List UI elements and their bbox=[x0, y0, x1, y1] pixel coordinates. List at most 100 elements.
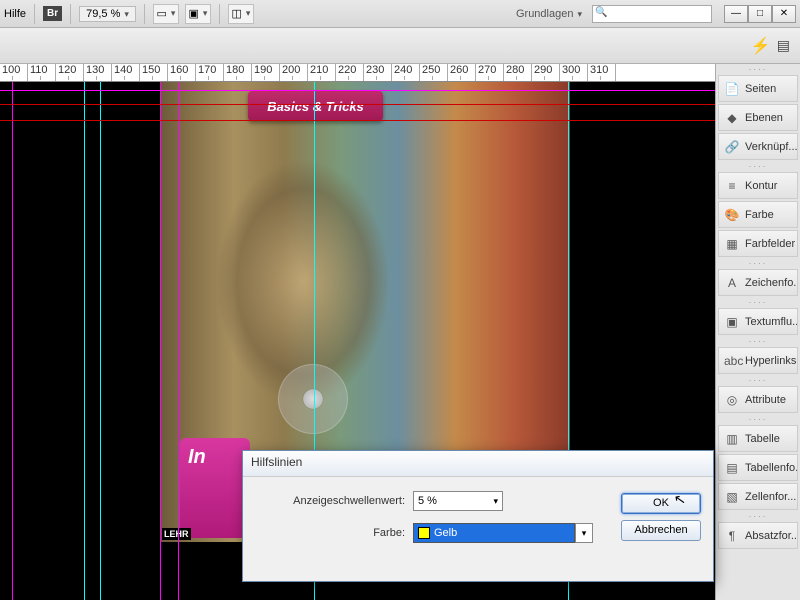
panel-hyperlinks[interactable]: abcHyperlinks bbox=[718, 347, 798, 374]
ruler-tick: 210 bbox=[308, 64, 336, 81]
window-controls: — □ ✕ bbox=[724, 5, 796, 23]
help-menu[interactable]: Hilfe bbox=[4, 8, 26, 20]
panel-grip[interactable] bbox=[716, 258, 800, 268]
view-options-button[interactable]: ▭ bbox=[153, 4, 179, 24]
ruler-tick: 180 bbox=[224, 64, 252, 81]
panel-textumfluss-icon: ▣ bbox=[724, 315, 740, 329]
color-dropdown-caret[interactable]: ▾ bbox=[575, 523, 593, 543]
panel-label: Kontur bbox=[745, 180, 777, 192]
separator bbox=[144, 4, 145, 24]
panel-zeichenformate[interactable]: A Zeichenfo... bbox=[718, 269, 798, 296]
guide-horizontal[interactable] bbox=[0, 104, 715, 105]
guide-horizontal[interactable] bbox=[0, 120, 715, 121]
panel-label: Hyperlinks bbox=[745, 355, 796, 367]
panel-attribute-icon: ◎ bbox=[724, 393, 740, 407]
close-button[interactable]: ✕ bbox=[772, 5, 796, 23]
ruler-tick: 170 bbox=[196, 64, 224, 81]
panel-farbe[interactable]: 🎨 Farbe bbox=[718, 201, 798, 228]
panel-grip[interactable] bbox=[716, 297, 800, 307]
ruler-tick: 310 bbox=[588, 64, 616, 81]
horizontal-ruler[interactable]: 1001101201301401501601701801902002102202… bbox=[0, 64, 715, 82]
ruler-tick: 140 bbox=[112, 64, 140, 81]
panel-tabellenformate[interactable]: ▤ Tabellenfo... bbox=[718, 454, 798, 481]
panel-verknuepfungen[interactable]: 🔗 Verknüpf... bbox=[718, 133, 798, 160]
panel-textumfluss[interactable]: ▣ Textumflu... bbox=[718, 308, 798, 335]
panel-farbfelder[interactable]: ▦ Farbfelder bbox=[718, 230, 798, 257]
ruler-tick: 110 bbox=[28, 64, 56, 81]
panel-label: Farbfelder bbox=[745, 238, 795, 250]
panel-label: Verknüpf... bbox=[745, 141, 798, 153]
panel-tabellenformate-icon: ▤ bbox=[724, 461, 740, 475]
screen-mode-button[interactable]: ▣ bbox=[185, 4, 211, 24]
ruler-tick: 130 bbox=[84, 64, 112, 81]
maximize-button[interactable]: □ bbox=[748, 5, 772, 23]
panel-absatzformate[interactable]: ¶Absatzfor... bbox=[718, 522, 798, 549]
cancel-button[interactable]: Abbrechen bbox=[621, 520, 701, 541]
dialog-title: Hilfslinien bbox=[243, 451, 713, 477]
panel-label: Tabellenfo... bbox=[745, 462, 798, 474]
panel-label: Seiten bbox=[745, 83, 776, 95]
panel-label: Tabelle bbox=[745, 433, 780, 445]
panel-farbfelder-icon: ▦ bbox=[724, 237, 740, 251]
panel-grip[interactable] bbox=[716, 375, 800, 385]
ruler-tick: 300 bbox=[560, 64, 588, 81]
ok-button[interactable]: OK bbox=[621, 493, 701, 514]
color-dropdown[interactable]: Gelb bbox=[413, 523, 575, 543]
cd-graphic bbox=[278, 364, 348, 434]
ruler-tick: 230 bbox=[364, 64, 392, 81]
ruler-tick: 250 bbox=[420, 64, 448, 81]
ruler-tick: 220 bbox=[336, 64, 364, 81]
quick-apply-icon[interactable]: ⚡ bbox=[751, 36, 771, 56]
panel-seiten-icon: 📄 bbox=[724, 82, 740, 96]
panel-verknuepfungen-icon: 🔗 bbox=[724, 140, 740, 154]
zoom-level-dropdown[interactable]: 79,5 % bbox=[79, 6, 136, 22]
ruler-tick: 290 bbox=[532, 64, 560, 81]
panel-seiten[interactable]: 📄 Seiten bbox=[718, 75, 798, 102]
minimize-button[interactable]: — bbox=[724, 5, 748, 23]
panel-ebenen[interactable]: ◆ Ebenen bbox=[718, 104, 798, 131]
panel-zellenformate[interactable]: ▧Zellenfor... bbox=[718, 483, 798, 510]
arrange-documents-button[interactable]: ◫ bbox=[228, 4, 254, 24]
bridge-button[interactable]: Br bbox=[43, 6, 62, 21]
guide-vertical[interactable] bbox=[160, 82, 161, 600]
panel-label: Zeichenfo... bbox=[745, 277, 798, 289]
workspace-switcher[interactable]: Grundlagen bbox=[516, 8, 582, 20]
panel-tabelle-icon: ▥ bbox=[724, 432, 740, 446]
panel-grip[interactable] bbox=[716, 336, 800, 346]
panel-absatzformate-icon: ¶ bbox=[724, 529, 740, 543]
panel-kontur-icon: ≡ bbox=[724, 179, 740, 193]
panel-tabelle[interactable]: ▥ Tabelle bbox=[718, 425, 798, 452]
panel-grip[interactable] bbox=[716, 511, 800, 521]
panel-farbe-icon: 🎨 bbox=[724, 208, 740, 222]
panel-label: Farbe bbox=[745, 209, 774, 221]
guide-vertical[interactable] bbox=[12, 82, 13, 600]
panel-kontur[interactable]: ≡ Kontur bbox=[718, 172, 798, 199]
separator bbox=[34, 4, 35, 24]
ruler-tick: 260 bbox=[448, 64, 476, 81]
guide-vertical[interactable] bbox=[84, 82, 85, 600]
panel-label: Textumflu... bbox=[745, 316, 798, 328]
panel-zeichenformate-icon: A bbox=[724, 276, 740, 290]
control-bar: ⚡ ▤ bbox=[0, 28, 800, 64]
panel-grip[interactable] bbox=[716, 64, 800, 74]
guide-horizontal[interactable] bbox=[0, 90, 715, 91]
separator bbox=[219, 4, 220, 24]
panel-ebenen-icon: ◆ bbox=[724, 111, 740, 125]
threshold-dropdown[interactable]: 5 %▾ bbox=[413, 491, 503, 511]
panel-grip[interactable] bbox=[716, 161, 800, 171]
ruler-tick: 150 bbox=[140, 64, 168, 81]
ruler-tick: 160 bbox=[168, 64, 196, 81]
ruler-tick: 270 bbox=[476, 64, 504, 81]
threshold-label: Anzeigeschwellenwert: bbox=[255, 495, 405, 507]
ruler-tick: 120 bbox=[56, 64, 84, 81]
panel-grip[interactable] bbox=[716, 414, 800, 424]
panel-zellenformate-icon: ▧ bbox=[724, 490, 740, 504]
control-menu-icon[interactable]: ▤ bbox=[777, 37, 790, 54]
guide-vertical[interactable] bbox=[100, 82, 101, 600]
corner-badge: In bbox=[180, 438, 250, 538]
panel-label: Ebenen bbox=[745, 112, 783, 124]
title-badge: Basics & Tricks bbox=[248, 91, 383, 121]
search-input[interactable] bbox=[592, 5, 712, 23]
panel-attribute[interactable]: ◎Attribute bbox=[718, 386, 798, 413]
guide-vertical[interactable] bbox=[178, 82, 179, 600]
